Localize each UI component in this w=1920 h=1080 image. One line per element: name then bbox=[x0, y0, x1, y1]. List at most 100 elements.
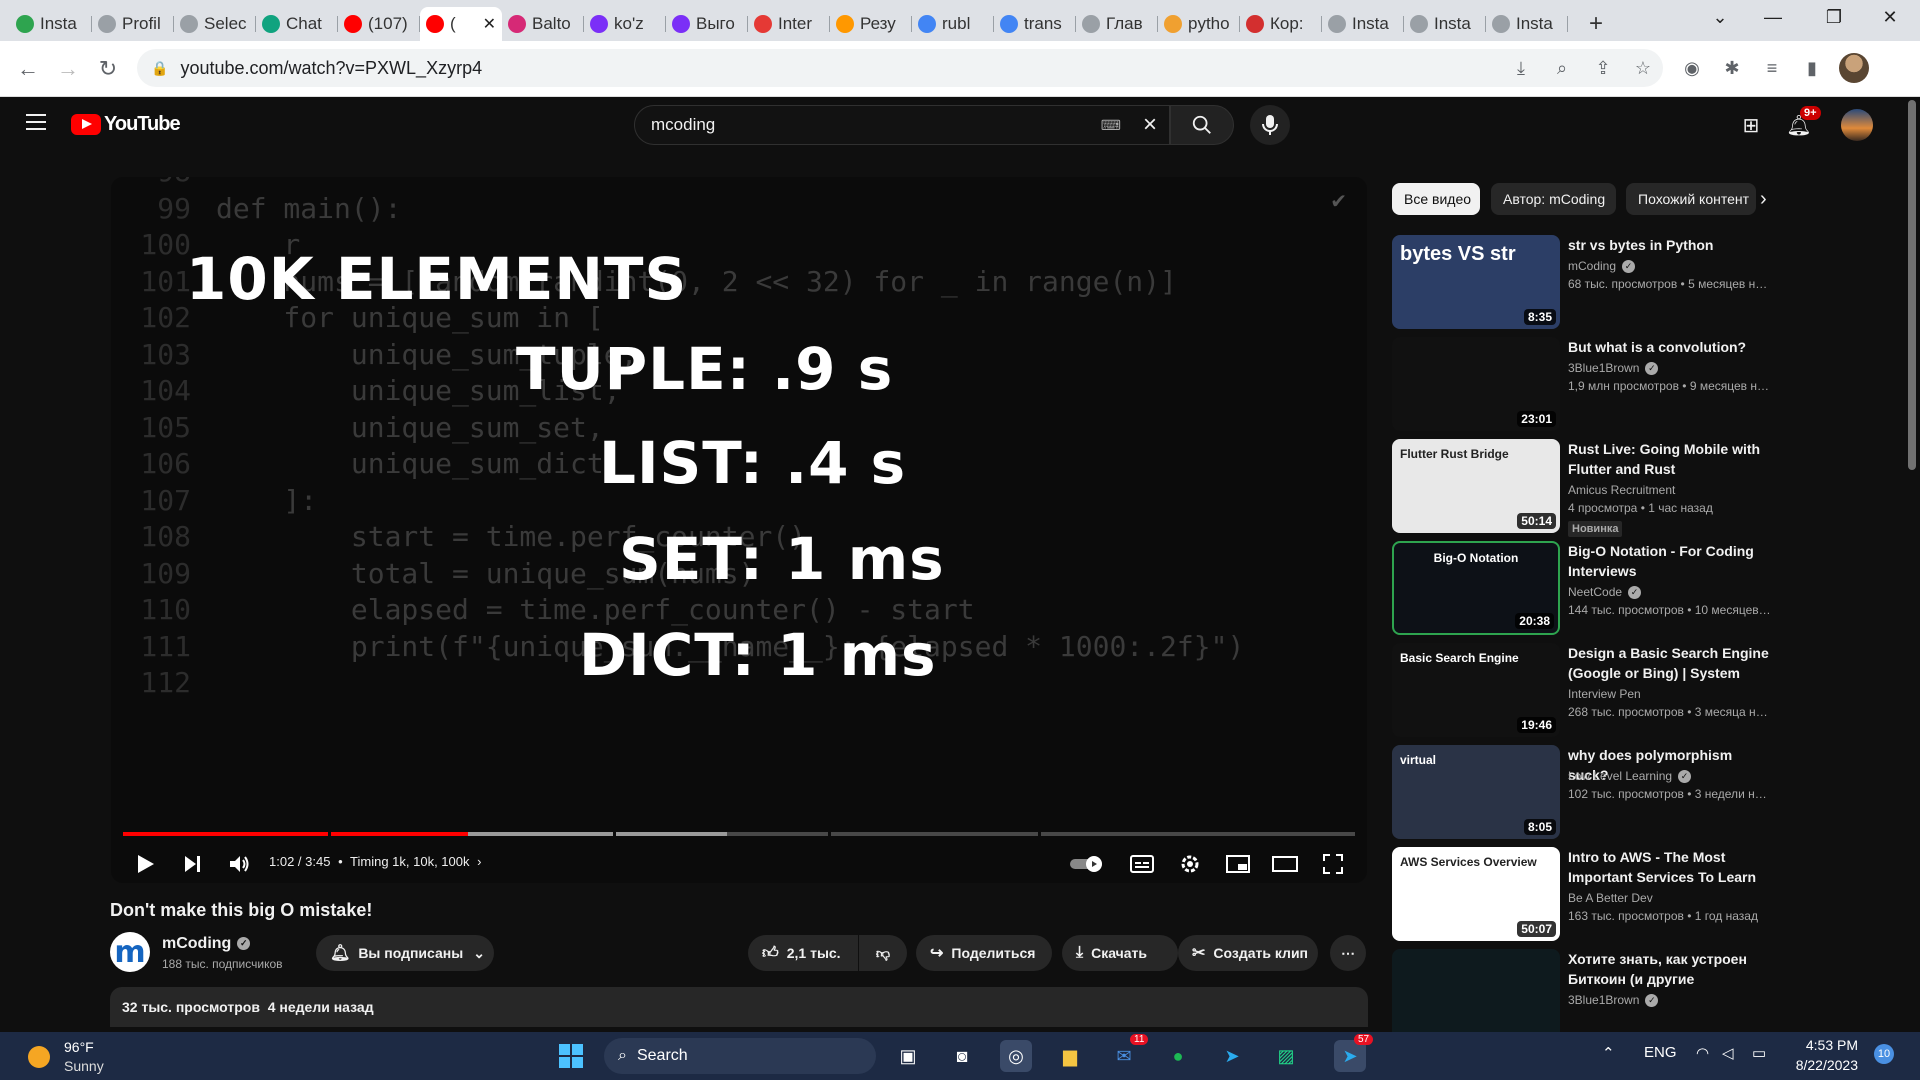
chapter-title[interactable]: Timing 1k, 10k, 100k bbox=[350, 854, 469, 869]
browser-tab[interactable]: pytho bbox=[1158, 7, 1240, 41]
browser-tab[interactable]: Выго bbox=[666, 7, 748, 41]
battery-icon[interactable]: ▭ bbox=[1752, 1044, 1766, 1062]
browser-tab[interactable]: trans bbox=[994, 7, 1076, 41]
video-thumbnail[interactable] bbox=[1392, 949, 1560, 1043]
reload-icon[interactable]: ↻ bbox=[94, 55, 122, 83]
recommended-video[interactable]: Basic Search Engine 19:46 Design a Basic S… bbox=[1392, 643, 1773, 739]
chevron-right-icon[interactable]: › bbox=[477, 854, 481, 869]
recommended-channel[interactable]: NeetCode ✓ bbox=[1568, 585, 1642, 600]
next-button[interactable] bbox=[179, 847, 207, 881]
recommended-channel-name[interactable]: 3Blue1Brown bbox=[1568, 361, 1639, 375]
notification-count[interactable]: 10 bbox=[1874, 1044, 1894, 1064]
close-window-button[interactable]: ✕ bbox=[1862, 0, 1918, 34]
tab-search-chevron-icon[interactable]: ⌄ bbox=[1692, 0, 1748, 34]
voice-search-button[interactable] bbox=[1250, 105, 1290, 145]
recommended-channel[interactable]: Low Level Learning ✓ bbox=[1568, 769, 1692, 784]
media-controls-icon[interactable]: ≡ bbox=[1759, 55, 1785, 81]
extension-cookie-icon[interactable]: ◉ bbox=[1679, 55, 1705, 81]
browser-tab[interactable]: Insta bbox=[1404, 7, 1486, 41]
progress-bar[interactable] bbox=[123, 832, 1355, 836]
recommended-video-title[interactable]: But what is a convolution? bbox=[1568, 337, 1773, 357]
browser-profile-avatar[interactable] bbox=[1839, 53, 1869, 83]
chip-related[interactable]: Похожий контент bbox=[1626, 183, 1756, 215]
task-view-icon[interactable]: ▣ bbox=[892, 1040, 924, 1072]
recommended-channel-name[interactable]: 3Blue1Brown bbox=[1568, 993, 1639, 1007]
download-button[interactable]: ⤓ Скачать bbox=[1062, 935, 1178, 971]
recommended-video-title[interactable]: Rust Live: Going Mobile with Flutter and… bbox=[1568, 439, 1773, 479]
browser-tab[interactable]: Глав bbox=[1076, 7, 1158, 41]
forward-arrow-icon[interactable]: → bbox=[54, 55, 82, 83]
minimize-button[interactable]: — bbox=[1745, 0, 1801, 34]
theater-mode-button[interactable] bbox=[1271, 847, 1299, 881]
clear-search-icon[interactable]: × bbox=[1143, 111, 1157, 139]
search-button[interactable] bbox=[1170, 105, 1234, 145]
like-button[interactable]: 👍︎ 2,1 тыс. bbox=[748, 935, 858, 971]
recommended-channel-name[interactable]: Low Level Learning bbox=[1568, 769, 1672, 783]
speaker-icon[interactable]: ◁ bbox=[1722, 1044, 1734, 1062]
recommended-video-title[interactable]: Хотите знать, как устроен Биткоин (и дру… bbox=[1568, 949, 1773, 989]
video-thumbnail[interactable]: 23:01 bbox=[1392, 337, 1560, 431]
channel-name[interactable]: mCoding ✓ bbox=[162, 935, 251, 953]
description-box[interactable]: 32 тыс. просмотров 4 недели назад bbox=[110, 987, 1368, 1027]
recommended-channel-name[interactable]: NeetCode bbox=[1568, 585, 1622, 599]
video-thumbnail[interactable]: bytes VS str 8:35 bbox=[1392, 235, 1560, 329]
page-scrollbar[interactable] bbox=[1908, 100, 1916, 470]
recommended-video[interactable]: virtual 8:05 why does polymorphism suck? Lo… bbox=[1392, 745, 1773, 841]
video-thumbnail[interactable]: Basic Search Engine 19:46 bbox=[1392, 643, 1560, 737]
share-button[interactable]: ↪ Поделиться bbox=[916, 935, 1052, 971]
browser-tab[interactable]: Profil bbox=[92, 7, 174, 41]
browser-tab[interactable]: (107) bbox=[338, 7, 420, 41]
telegram-icon[interactable]: ➤ bbox=[1216, 1040, 1248, 1072]
weather-condition[interactable]: Sunny bbox=[64, 1058, 104, 1074]
volume-button[interactable] bbox=[226, 847, 254, 881]
recommended-channel-name[interactable]: Amicus Recruitment bbox=[1568, 483, 1675, 497]
subtitles-button[interactable] bbox=[1128, 847, 1156, 881]
browser-tab[interactable]: Резу bbox=[830, 7, 912, 41]
video-player[interactable]: 9899def main():100 r101 nums = [random.r… bbox=[111, 177, 1367, 883]
browser-tab[interactable]: Selec bbox=[174, 7, 256, 41]
browser-tab[interactable]: Insta bbox=[1322, 7, 1404, 41]
settings-button[interactable] bbox=[1176, 847, 1204, 881]
miniplayer-button[interactable] bbox=[1224, 847, 1252, 881]
address-bar[interactable]: 🔒 youtube.com/watch?v=PXWL_Xzyrp4 bbox=[137, 49, 1663, 87]
menu-icon[interactable] bbox=[26, 114, 46, 130]
clock-time[interactable]: 4:53 PM bbox=[1776, 1037, 1858, 1053]
browser-tab[interactable]: Кор: bbox=[1240, 7, 1322, 41]
browser-tab[interactable]: ko'z bbox=[584, 7, 666, 41]
channel-name-text[interactable]: mCoding bbox=[162, 935, 231, 952]
pycharm-icon[interactable]: ▨ bbox=[1270, 1040, 1302, 1072]
wifi-icon[interactable]: ◠ bbox=[1696, 1044, 1709, 1062]
recommended-video[interactable]: Хотите знать, как устроен Биткоин (и дру… bbox=[1392, 949, 1772, 1045]
create-video-icon[interactable]: ⊞ bbox=[1738, 112, 1764, 138]
bookmark-star-icon[interactable]: ☆ bbox=[1632, 57, 1654, 79]
language-indicator[interactable]: ENG bbox=[1644, 1044, 1677, 1061]
recommended-video[interactable]: AWS Services Overview 50:07 Intro to AWS -… bbox=[1392, 847, 1772, 943]
recommended-channel-name[interactable]: Be A Better Dev bbox=[1568, 891, 1653, 905]
autoplay-toggle[interactable] bbox=[1069, 847, 1105, 881]
tray-chevron-up-icon[interactable]: ⌃ bbox=[1602, 1044, 1615, 1062]
windows-start-icon[interactable] bbox=[555, 1040, 587, 1072]
recommended-video-title[interactable]: Big-O Notation - For Coding Interviews bbox=[1568, 541, 1773, 581]
file-explorer-icon[interactable]: ▆ bbox=[1054, 1040, 1086, 1072]
more-actions-button[interactable]: ⋯ bbox=[1330, 935, 1366, 971]
chip-all-videos[interactable]: Все видео bbox=[1392, 183, 1480, 215]
zoom-icon[interactable]: ⌕ bbox=[1551, 57, 1573, 79]
video-thumbnail[interactable]: AWS Services Overview 50:07 bbox=[1392, 847, 1560, 941]
weather-temperature[interactable]: 96°F bbox=[64, 1039, 94, 1055]
chrome-icon[interactable]: ◎ bbox=[1000, 1040, 1032, 1072]
browser-tab[interactable]: Chat bbox=[256, 7, 338, 41]
browser-tab[interactable]: Balto bbox=[502, 7, 584, 41]
recommended-channel[interactable]: Amicus Recruitment bbox=[1568, 483, 1675, 497]
clock-date[interactable]: 8/22/2023 bbox=[1776, 1057, 1858, 1073]
chip-author[interactable]: Автор: mCoding bbox=[1491, 183, 1616, 215]
search-input[interactable]: mcoding ⌨ × bbox=[634, 105, 1170, 145]
fullscreen-button[interactable] bbox=[1319, 847, 1347, 881]
recommended-video[interactable]: bytes VS str 8:35 str vs bytes in Python mC… bbox=[1392, 235, 1773, 331]
recommended-channel[interactable]: 3Blue1Brown ✓ bbox=[1568, 993, 1659, 1008]
browser-tab[interactable]: rubl bbox=[912, 7, 994, 41]
recommended-channel-name[interactable]: mCoding bbox=[1568, 259, 1616, 273]
recommended-channel-name[interactable]: Interview Pen bbox=[1568, 687, 1641, 701]
clip-button[interactable]: ✂ Создать клип bbox=[1178, 935, 1318, 971]
video-thumbnail[interactable]: virtual 8:05 bbox=[1392, 745, 1560, 839]
recommended-video[interactable]: Big-O Notation 20:38 Big-O Notation - For … bbox=[1392, 541, 1773, 637]
